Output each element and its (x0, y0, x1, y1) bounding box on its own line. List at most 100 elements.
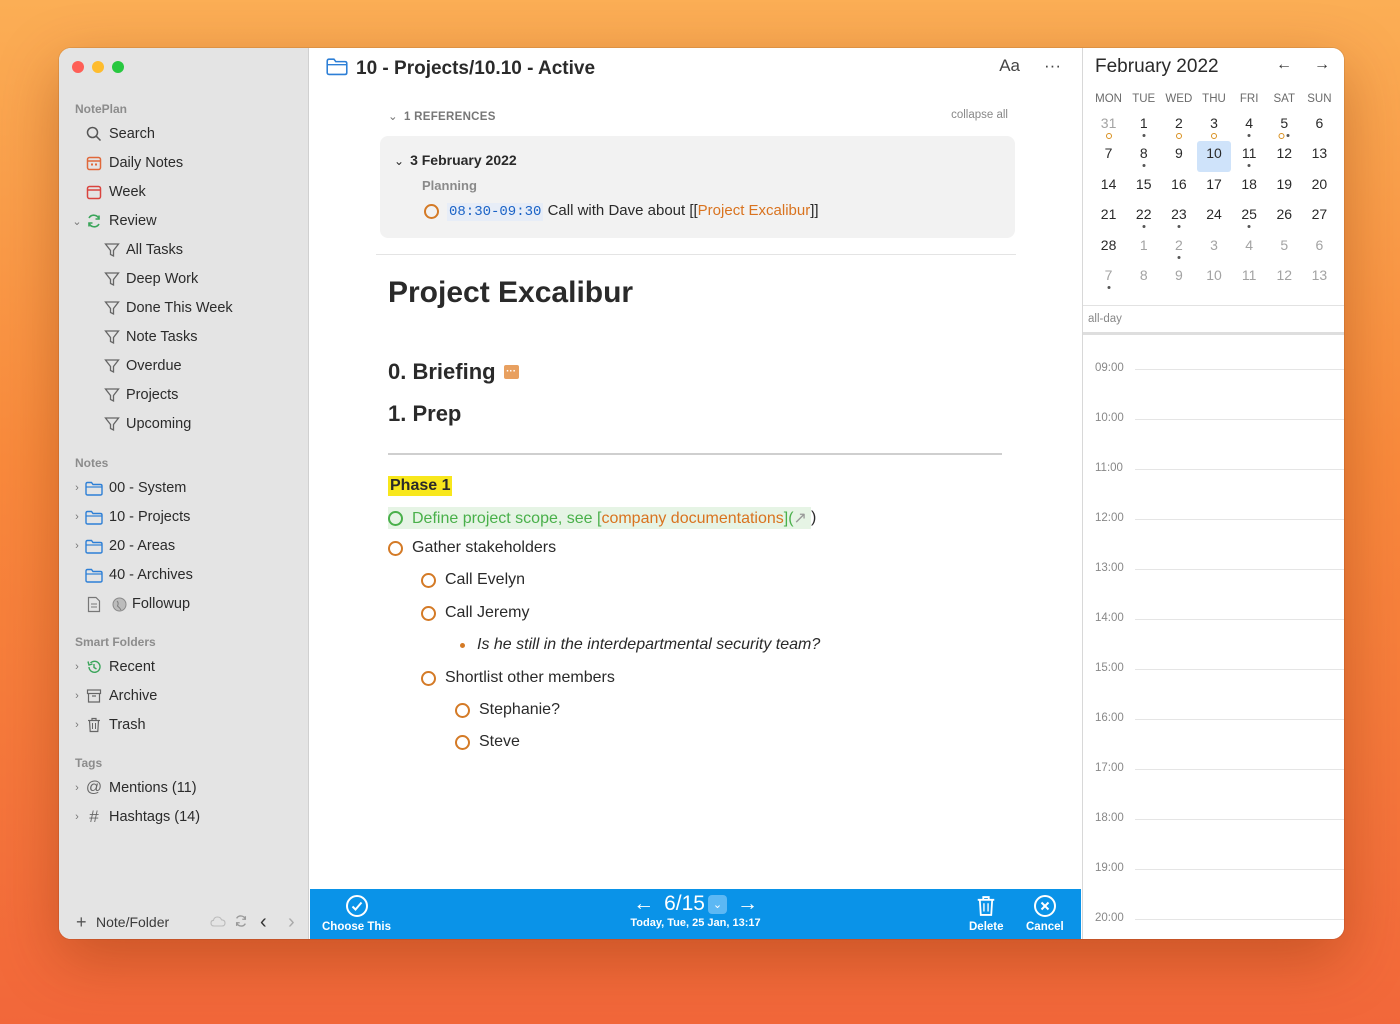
cancel-button[interactable]: Cancel (1026, 894, 1064, 933)
timeline-hour[interactable]: 16:00 (1083, 712, 1344, 724)
sidebar-filter-projects[interactable]: Projects (59, 382, 309, 408)
calendar-day[interactable]: 7 (1091, 263, 1126, 293)
more-options-button[interactable]: ··· (1044, 56, 1061, 76)
task-checkbox[interactable] (421, 605, 436, 621)
calendar-day[interactable]: 8 (1126, 141, 1161, 171)
timeline-hour[interactable]: 15:00 (1083, 662, 1344, 674)
timeline-hour[interactable]: 10:00 (1083, 412, 1344, 424)
sidebar-filter-done-this-week[interactable]: Done This Week (59, 295, 309, 321)
sidebar-note-followup[interactable]: Followup (59, 591, 309, 617)
calendar-day[interactable]: 3 (1196, 233, 1231, 263)
calendar-day[interactable]: 25 (1232, 202, 1267, 232)
timeline-hour[interactable]: 12:00 (1083, 512, 1344, 524)
chevron-right-icon[interactable]: › (71, 511, 83, 523)
calendar-day[interactable]: 2 (1161, 233, 1196, 263)
sidebar-folder-projects[interactable]: › 10 - Projects (59, 504, 309, 530)
plus-icon[interactable]: + (76, 912, 87, 933)
calendar-day[interactable]: 12 (1267, 263, 1302, 293)
timeline-hour[interactable]: 09:00 (1083, 362, 1344, 374)
calendar-day[interactable]: 26 (1267, 202, 1302, 232)
sidebar-filter-deep-work[interactable]: Deep Work (59, 266, 309, 292)
zoom-window-button[interactable] (112, 61, 124, 73)
next-version-arrow-icon[interactable]: → (737, 892, 758, 916)
sidebar-filter-all-tasks[interactable]: All Tasks (59, 237, 309, 263)
references-toggle[interactable]: ⌄ 1 REFERENCES (388, 109, 496, 123)
task-checkbox[interactable] (388, 510, 403, 526)
calendar-day[interactable]: 6 (1302, 233, 1337, 263)
calendar-day[interactable]: 9 (1161, 263, 1196, 293)
chevron-right-icon[interactable]: › (71, 661, 83, 673)
task-checkbox[interactable] (455, 734, 470, 750)
forward-arrow-icon[interactable]: › (288, 911, 295, 934)
timeline-hour[interactable]: 18:00 (1083, 812, 1344, 824)
chevron-right-icon[interactable]: › (71, 811, 83, 823)
calendar-day[interactable]: 5 (1267, 233, 1302, 263)
previous-version-arrow-icon[interactable]: ← (633, 892, 654, 916)
task-checkbox[interactable] (424, 203, 439, 219)
calendar-day[interactable]: 24 (1196, 202, 1231, 232)
sync-icon[interactable] (234, 914, 248, 931)
calendar-day[interactable]: 31 (1091, 111, 1126, 141)
sidebar-filter-note-tasks[interactable]: Note Tasks (59, 324, 309, 350)
calendar-day[interactable]: 9 (1161, 141, 1196, 171)
timeline-hour[interactable]: 14:00 (1083, 612, 1344, 624)
sidebar-filter-upcoming[interactable]: Upcoming (59, 411, 309, 437)
calendar-day[interactable]: 22 (1126, 202, 1161, 232)
calendar-day[interactable]: 1 (1126, 233, 1161, 263)
calendar-day[interactable]: 8 (1126, 263, 1161, 293)
sidebar-item-recent[interactable]: › Recent (59, 654, 309, 680)
calendar-day[interactable]: 28 (1091, 233, 1126, 263)
calendar-day[interactable]: 20 (1302, 172, 1337, 202)
task-checkbox[interactable] (455, 702, 470, 718)
sidebar-item-hashtags[interactable]: › # Hashtags (14) (59, 804, 309, 830)
calendar-day[interactable]: 10 (1196, 263, 1231, 293)
close-window-button[interactable] (72, 61, 84, 73)
timeline-hour[interactable]: 11:00 (1083, 462, 1344, 474)
wiki-link[interactable]: Project Excalibur (698, 202, 811, 219)
reference-date[interactable]: ⌄ 3 February 2022 (394, 152, 517, 168)
timeline-hour[interactable]: 19:00 (1083, 862, 1344, 874)
collapse-all-link[interactable]: collapse all (951, 109, 1008, 123)
calendar-day[interactable]: 27 (1302, 202, 1337, 232)
sidebar-item-week[interactable]: Week (59, 179, 309, 205)
back-arrow-icon[interactable]: ‹ (260, 911, 267, 934)
calendar-day[interactable]: 14 (1091, 172, 1126, 202)
timeline-hour[interactable]: 17:00 (1083, 762, 1344, 774)
sidebar-item-archive[interactable]: › Archive (59, 683, 309, 709)
calendar-day[interactable]: 19 (1267, 172, 1302, 202)
chevron-down-icon[interactable]: ⌄ (707, 894, 727, 914)
sidebar-item-daily-notes[interactable]: Daily Notes (59, 150, 309, 176)
sidebar-item-trash[interactable]: › Trash (59, 712, 309, 738)
sidebar-item-mentions[interactable]: › @ Mentions (11) (59, 775, 309, 801)
minimize-window-button[interactable] (92, 61, 104, 73)
chevron-down-icon[interactable]: ⌄ (71, 215, 83, 228)
sidebar-folder-archives[interactable]: 40 - Archives (59, 562, 309, 588)
external-link-icon[interactable]: ↗ (794, 510, 807, 527)
sidebar-folder-system[interactable]: › 00 - System (59, 475, 309, 501)
calendar-day[interactable]: 6 (1302, 111, 1337, 141)
chevron-right-icon[interactable]: › (71, 782, 83, 794)
timeline-hour[interactable]: 20:00 (1083, 912, 1344, 924)
calendar-day[interactable]: 11 (1232, 141, 1267, 171)
chevron-right-icon[interactable]: › (71, 540, 83, 552)
external-link[interactable]: company documentations (601, 510, 783, 527)
chevron-right-icon[interactable]: › (71, 690, 83, 702)
calendar-day-today[interactable]: 10 (1197, 141, 1231, 172)
calendar-day[interactable]: 7 (1091, 141, 1126, 171)
task-checkbox[interactable] (421, 670, 436, 686)
folded-content-icon[interactable]: ··· (503, 365, 519, 379)
calendar-day[interactable]: 13 (1302, 263, 1337, 293)
calendar-day[interactable]: 21 (1091, 202, 1126, 232)
calendar-day[interactable]: 5 (1267, 111, 1302, 141)
task-checkbox[interactable] (421, 572, 436, 588)
font-settings-button[interactable]: Aa (999, 56, 1020, 76)
calendar-day[interactable]: 1 (1126, 111, 1161, 141)
calendar-day[interactable]: 2 (1161, 111, 1196, 141)
calendar-day[interactable]: 4 (1232, 233, 1267, 263)
calendar-day[interactable]: 13 (1302, 141, 1337, 171)
calendar-day[interactable]: 17 (1196, 172, 1231, 202)
previous-month-arrow-icon[interactable]: ← (1276, 56, 1292, 74)
chevron-right-icon[interactable]: › (71, 482, 83, 494)
sidebar-folder-areas[interactable]: › 20 - Areas (59, 533, 309, 559)
calendar-day[interactable]: 4 (1232, 111, 1267, 141)
